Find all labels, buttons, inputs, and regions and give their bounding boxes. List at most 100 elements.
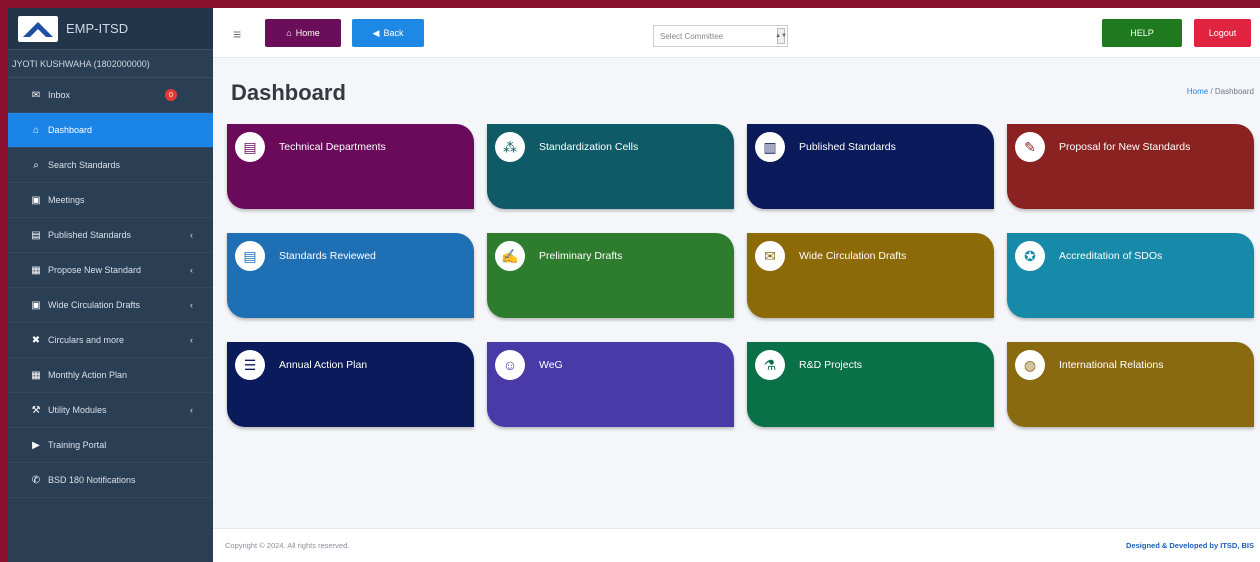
search-icon: ⌕ bbox=[33, 159, 39, 171]
plan-icon: ☰ bbox=[235, 350, 265, 380]
sidebar-item-label: Wide Circulation Drafts bbox=[48, 300, 141, 310]
tile-standards-reviewed[interactable]: ▤ Standards Reviewed bbox=[227, 233, 474, 318]
draft-icon: ✍ bbox=[495, 241, 525, 271]
user-name: JYOTI KUSHWAHA (1802000000) bbox=[8, 50, 213, 78]
menu-toggle-icon[interactable]: ≡ bbox=[233, 26, 241, 42]
tile-weg[interactable]: ☺ WeG bbox=[487, 342, 734, 427]
book-icon: ▤ bbox=[31, 229, 41, 241]
departments-icon: ▤ bbox=[235, 132, 265, 162]
tile-label: R&D Projects bbox=[799, 359, 863, 371]
chevron-left-icon: ‹ bbox=[190, 230, 193, 240]
sidebar-item-label: Dashboard bbox=[48, 125, 93, 135]
sidebar-item-utility-modules[interactable]: ⚒ Utility Modules ‹ bbox=[8, 393, 213, 428]
committee-select-value: Select Committee bbox=[660, 31, 724, 41]
calendar-icon: ▦ bbox=[31, 369, 41, 381]
meetings-icon: ▣ bbox=[31, 194, 41, 206]
utility-icon: ⚒ bbox=[31, 404, 41, 416]
network-icon: ⁂ bbox=[495, 132, 525, 162]
sidebar: EMP-ITSD JYOTI KUSHWAHA (1802000000) ✉ In… bbox=[8, 8, 213, 562]
logout-button[interactable]: Logout bbox=[1194, 19, 1251, 47]
tile-wide-circulation-drafts[interactable]: ✉ Wide Circulation Drafts bbox=[747, 233, 994, 318]
logo-icon bbox=[18, 15, 58, 42]
sidebar-item-label: Propose New Standard bbox=[48, 265, 142, 275]
back-button[interactable]: ◀ Back bbox=[352, 19, 424, 47]
sidebar-item-propose-new-standard[interactable]: ▦ Propose New Standard ‹ bbox=[8, 253, 213, 288]
research-icon: ⚗ bbox=[755, 350, 785, 380]
close-icon: ✖ bbox=[31, 334, 41, 346]
sidebar-item-label: Monthly Action Plan bbox=[48, 370, 128, 380]
sidebar-item-published-standards[interactable]: ▤ Published Standards ‹ bbox=[8, 218, 213, 253]
tile-label: Wide Circulation Drafts bbox=[799, 250, 907, 262]
file-icon: ▦ bbox=[31, 264, 41, 276]
sidebar-item-label: Utility Modules bbox=[48, 405, 107, 415]
tile-standardization-cells[interactable]: ⁂ Standardization Cells bbox=[487, 124, 734, 209]
tile-international-relations[interactable]: ◍ International Relations bbox=[1007, 342, 1254, 427]
chevron-left-icon: ‹ bbox=[190, 265, 193, 275]
globe-icon: ◍ bbox=[1015, 350, 1045, 380]
sidebar-item-label: Published Standards bbox=[48, 230, 132, 240]
megaphone-icon: ✆ bbox=[31, 474, 41, 486]
sidebar-item-meetings[interactable]: ▣ Meetings bbox=[8, 183, 213, 218]
help-button[interactable]: HELP bbox=[1102, 19, 1182, 47]
circulation-icon: ✉ bbox=[755, 241, 785, 271]
sidebar-item-dashboard[interactable]: ⌂ Dashboard bbox=[8, 113, 213, 148]
tile-label: Published Standards bbox=[799, 141, 896, 153]
sidebar-item-monthly-action-plan[interactable]: ▦ Monthly Action Plan bbox=[8, 358, 213, 393]
tile-preliminary-drafts[interactable]: ✍ Preliminary Drafts bbox=[487, 233, 734, 318]
main-content: ≡ ⌂ Home ◀ Back Select Committee ▲▼ HELP… bbox=[213, 8, 1260, 562]
home-button[interactable]: ⌂ Home bbox=[265, 19, 341, 47]
window-frame: EMP-ITSD JYOTI KUSHWAHA (1802000000) ✉ In… bbox=[0, 0, 1260, 562]
brand-title: EMP-ITSD bbox=[66, 21, 129, 36]
breadcrumb-home-link[interactable]: Home bbox=[1187, 87, 1208, 96]
chevron-left-icon: ‹ bbox=[190, 300, 193, 310]
back-button-label: Back bbox=[383, 28, 404, 38]
sidebar-item-search-standards[interactable]: ⌕ Search Standards bbox=[8, 148, 213, 183]
home-icon: ⌂ bbox=[286, 28, 292, 38]
chevron-left-icon: ‹ bbox=[190, 335, 193, 345]
tile-proposal-for-new-standards[interactable]: ✎ Proposal for New Standards bbox=[1007, 124, 1254, 209]
sidebar-item-label: Inbox bbox=[48, 90, 71, 100]
tile-r-d-projects[interactable]: ⚗ R&D Projects bbox=[747, 342, 994, 427]
video-icon: ▶ bbox=[32, 439, 40, 451]
tile-technical-departments[interactable]: ▤ Technical Departments bbox=[227, 124, 474, 209]
brand[interactable]: EMP-ITSD bbox=[8, 8, 213, 50]
sidebar-item-bsd-180-notifications[interactable]: ✆ BSD 180 Notifications bbox=[8, 463, 213, 498]
tile-annual-action-plan[interactable]: ☰ Annual Action Plan bbox=[227, 342, 474, 427]
group-icon: ☺ bbox=[495, 350, 525, 380]
committee-select[interactable]: Select Committee ▲▼ bbox=[653, 25, 788, 47]
sidebar-nav: ✉ Inbox 0 ⌂ Dashboard ⌕ Search Standards ▣ Meeti… bbox=[8, 78, 213, 498]
select-caret-icon: ▲▼ bbox=[775, 28, 787, 44]
breadcrumb: Home / Dashboard bbox=[1187, 87, 1254, 96]
sidebar-item-circulars-and-more[interactable]: ✖ Circulars and more ‹ bbox=[8, 323, 213, 358]
proposal-icon: ✎ bbox=[1015, 132, 1045, 162]
sidebar-item-label: Meetings bbox=[48, 195, 85, 205]
review-icon: ▤ bbox=[235, 241, 265, 271]
tile-label: Proposal for New Standards bbox=[1059, 141, 1191, 153]
tile-label: Standards Reviewed bbox=[279, 250, 376, 262]
sidebar-item-wide-circulation-drafts[interactable]: ▣ Wide Circulation Drafts ‹ bbox=[8, 288, 213, 323]
tile-accreditation-of-sdos[interactable]: ✪ Accreditation of SDOs bbox=[1007, 233, 1254, 318]
inbox-icon: ✉ bbox=[31, 89, 41, 101]
tile-label: Standardization Cells bbox=[539, 141, 639, 153]
home-button-label: Home bbox=[295, 28, 320, 38]
dashboard-icon: ⌂ bbox=[32, 124, 40, 136]
drafts-icon: ▣ bbox=[31, 299, 41, 311]
sidebar-item-label: Training Portal bbox=[48, 440, 107, 450]
tile-label: International Relations bbox=[1059, 359, 1164, 371]
tile-label: WeG bbox=[539, 359, 563, 371]
sidebar-item-training-portal[interactable]: ▶ Training Portal bbox=[8, 428, 213, 463]
tile-label: Annual Action Plan bbox=[279, 359, 368, 371]
tile-published-standards[interactable]: ▥ Published Standards bbox=[747, 124, 994, 209]
footer-copyright: Copyright © 2024. All rights reserved. bbox=[225, 541, 350, 550]
breadcrumb-separator: / bbox=[1208, 87, 1215, 96]
award-icon: ✪ bbox=[1015, 241, 1045, 271]
footer-credit: Designed & Developed by ITSD, BIS bbox=[1126, 541, 1254, 550]
sidebar-item-inbox[interactable]: ✉ Inbox 0 bbox=[8, 78, 213, 113]
sidebar-item-label: Circulars and more bbox=[48, 335, 125, 345]
sidebar-item-label: BSD 180 Notifications bbox=[48, 475, 136, 485]
inbox-count-badge: 0 bbox=[165, 89, 177, 101]
tile-label: Preliminary Drafts bbox=[539, 250, 623, 262]
tile-label: Technical Departments bbox=[279, 141, 386, 153]
page-title: Dashboard bbox=[231, 80, 346, 105]
topbar: ≡ ⌂ Home ◀ Back Select Committee ▲▼ HELP… bbox=[213, 8, 1260, 58]
